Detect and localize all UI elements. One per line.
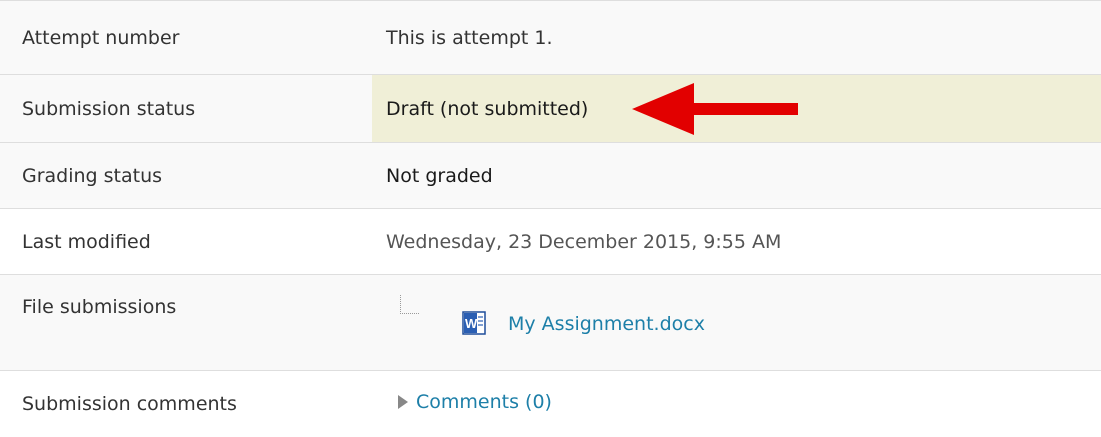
submission-comments-label: Submission comments: [22, 393, 237, 415]
comments-link[interactable]: Comments (0): [416, 391, 552, 413]
attempt-number-label: Attempt number: [22, 27, 180, 49]
table-row-submission-comments: Submission comments Comments (0): [0, 371, 1101, 418]
red-arrow-icon: [632, 83, 798, 135]
table-row-last-modified: Last modified Wednesday, 23 December 201…: [0, 209, 1101, 275]
table-row-submission-status: Submission status Draft (not submitted): [0, 75, 1101, 143]
last-modified-label: Last modified: [22, 231, 151, 253]
svg-text:W: W: [465, 316, 478, 331]
submission-status-label: Submission status: [0, 75, 372, 142]
submission-status-text: Draft (not submitted): [386, 98, 589, 120]
table-row-file-submissions: File submissions W My Assignment.docx: [0, 275, 1101, 371]
table-row-grading-status: Grading status Not graded: [0, 143, 1101, 209]
word-doc-icon: W: [462, 311, 486, 335]
submission-status-table: Attempt number This is attempt 1. Submis…: [0, 0, 1101, 417]
expand-triangle-icon[interactable]: [398, 395, 408, 409]
submission-comments-value: Comments (0): [372, 371, 1101, 418]
table-row-attempt-number: Attempt number This is attempt 1.: [0, 1, 1101, 75]
attempt-number-value: This is attempt 1.: [386, 27, 553, 49]
tree-connector: [400, 295, 419, 314]
grading-status-value: Not graded: [386, 165, 493, 187]
file-submissions-value: W My Assignment.docx: [372, 275, 1101, 370]
last-modified-value: Wednesday, 23 December 2015, 9:55 AM: [386, 231, 782, 253]
file-link-my-assignment[interactable]: My Assignment.docx: [508, 313, 705, 335]
grading-status-label: Grading status: [22, 165, 163, 187]
file-submissions-label: File submissions: [22, 296, 177, 318]
